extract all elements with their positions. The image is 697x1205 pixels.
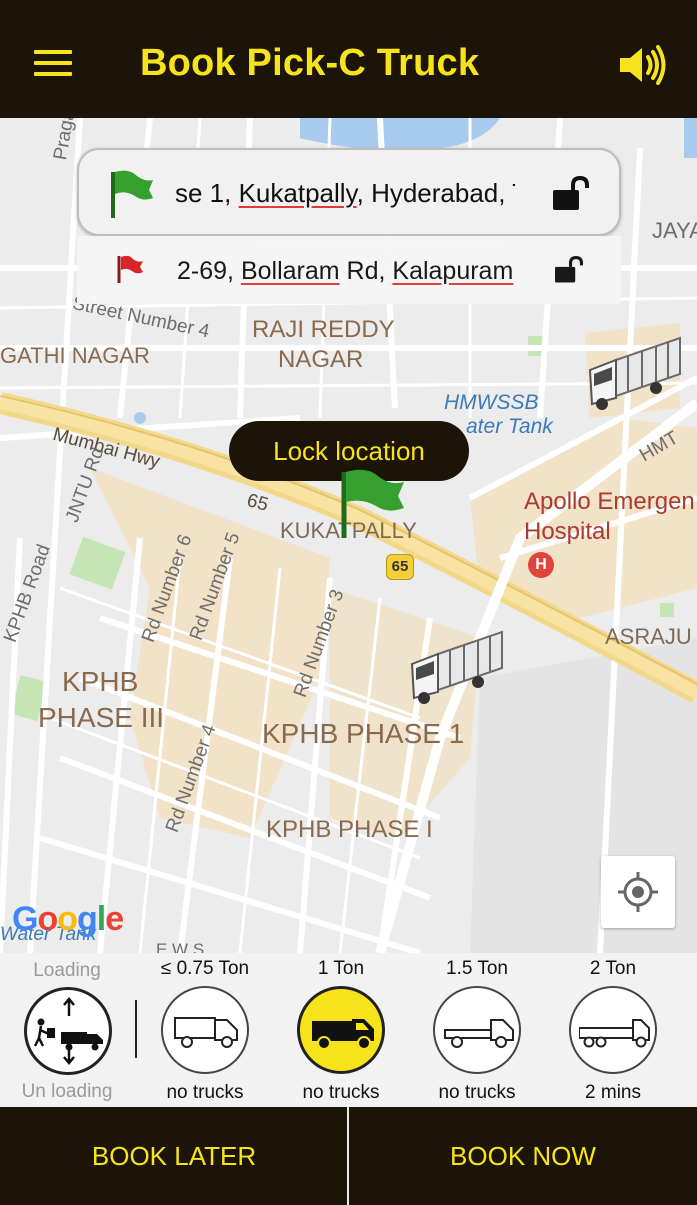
map-label-asraju: ASRAJU	[605, 624, 692, 649]
booking-action-bar: BOOK LATER BOOK NOW	[0, 1107, 697, 1205]
highway-65-shield-icon: 65	[386, 554, 414, 580]
drop-unlocked-padlock-icon[interactable]	[553, 256, 585, 284]
truck-availability-status: no trucks	[166, 1082, 244, 1103]
drop-address-text: 2-69, Bollaram Rd, Kalapuram	[177, 257, 514, 285]
truck-marker-icon[interactable]	[586, 330, 682, 412]
loading-label: Loading	[33, 960, 101, 981]
crosshair-location-icon	[618, 872, 658, 912]
truck-capacity-label: 1 Ton	[317, 958, 365, 979]
unloading-label: Un loading	[21, 1081, 113, 1102]
long-truck-icon	[579, 1019, 650, 1048]
book-later-button[interactable]: BOOK LATER	[0, 1107, 348, 1205]
red-flag-icon	[117, 255, 143, 283]
map-label-apollo-1: Apollo Emergen	[524, 488, 695, 515]
drop-location-field[interactable]: 2-69, Bollaram Rd, Kalapuram	[77, 236, 621, 304]
pickup-location-field[interactable]: se 1, Kukatpally, Hyderabad, T	[77, 148, 621, 236]
flatbed-truck-option-circle	[433, 986, 521, 1074]
truck-marker-icon[interactable]	[408, 624, 504, 706]
speaker-volume-icon[interactable]	[618, 44, 668, 86]
mini-truck-icon	[174, 1017, 238, 1048]
truck-option-1-ton[interactable]: 1 Ton no trucks	[273, 953, 409, 1107]
map-label-ews: E W S	[156, 940, 205, 953]
truck-availability-status: 2 mins	[585, 1082, 641, 1103]
app-header: Book Pick-C Truck	[0, 0, 697, 118]
green-flag-icon	[111, 170, 153, 218]
flatbed-truck-icon	[444, 1019, 514, 1048]
truck-capacity-label: 2 Ton	[589, 958, 637, 979]
center-green-flag-icon	[341, 469, 404, 538]
pickup-unlocked-padlock-icon[interactable]	[551, 176, 591, 212]
pickup-address-text: se 1, Kukatpally, Hyderabad, T	[175, 178, 515, 208]
map-label-raji-reddy-2: NAGAR	[278, 346, 364, 373]
map-label-jaya: JAYA	[652, 218, 697, 243]
app-title: Book Pick-C Truck	[140, 42, 480, 84]
my-location-button[interactable]	[601, 856, 675, 928]
map-label-hmwssb: HMWSSB	[444, 391, 539, 414]
map-label-kphb-phase-i: KPHB PHASE I	[266, 816, 433, 843]
pickup-truck-option-circle	[297, 986, 385, 1074]
map-label-apollo-2: Hospital	[524, 518, 611, 545]
map-label-kphb-phase-3-line2: PHASE III	[38, 702, 165, 733]
hamburger-menu-icon[interactable]	[34, 50, 74, 80]
map-label-water-tank: ater Tank	[466, 415, 553, 438]
truck-option-0-75-ton[interactable]: ≤ 0.75 Ton no trucks	[137, 953, 273, 1107]
hospital-marker-icon: H	[528, 552, 554, 578]
map-label-gathi-nagar: GATHI NAGAR	[0, 343, 150, 368]
book-now-button[interactable]: BOOK NOW	[349, 1107, 697, 1205]
truck-capacity-label: ≤ 0.75 Ton	[160, 958, 250, 979]
truck-option-2-ton[interactable]: 2 Ton 2 mins	[545, 953, 681, 1107]
loading-unloading-toggle[interactable]	[24, 987, 112, 1075]
map-label-raji-reddy-1: RAJI REDDY	[252, 316, 395, 343]
long-truck-option-circle	[569, 986, 657, 1074]
map-label-kphb-phase-3-line1: KPHB	[62, 666, 139, 697]
truck-availability-status: no trucks	[302, 1082, 380, 1103]
map-label-kphb-phase-1: KPHB PHASE 1	[262, 718, 465, 749]
pickup-truck-icon	[312, 1019, 374, 1050]
loading-unloading-icon	[33, 997, 103, 1065]
mini-truck-option-circle	[161, 986, 249, 1074]
truck-capacity-label: 1.5 Ton	[446, 958, 508, 979]
truck-availability-status: no trucks	[438, 1082, 516, 1103]
google-logo: Google	[12, 900, 124, 938]
truck-option-1-5-ton[interactable]: 1.5 Ton no trucks	[409, 953, 545, 1107]
